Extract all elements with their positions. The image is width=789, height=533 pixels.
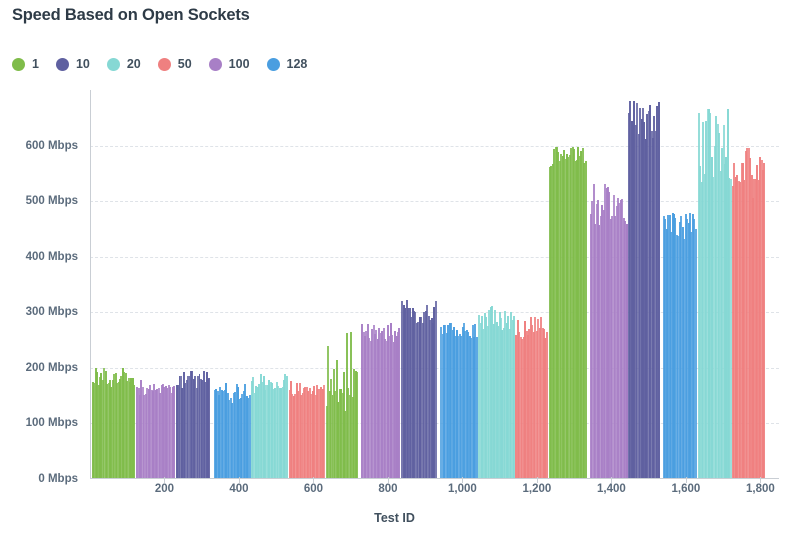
bar[interactable] xyxy=(434,301,437,479)
legend-item-label: 10 xyxy=(75,57,90,71)
legend-item-50[interactable]: 50 xyxy=(157,57,192,71)
legend-item-128[interactable]: 128 xyxy=(266,57,308,71)
legend-swatch-icon xyxy=(157,58,171,71)
x-axis-tick-label: 1,200 xyxy=(522,483,552,495)
gridline xyxy=(90,145,779,147)
bar[interactable] xyxy=(133,385,136,479)
legend-swatch-icon xyxy=(266,58,280,71)
bar[interactable] xyxy=(657,101,660,479)
y-axis-tick-label: 300 Mbps xyxy=(25,306,78,319)
x-axis-tick-label: 800 xyxy=(378,483,398,495)
x-axis-tick-label: 1,600 xyxy=(671,483,701,495)
y-axis-tick-label: 100 Mbps xyxy=(25,417,78,430)
bar[interactable] xyxy=(763,162,766,479)
bar[interactable] xyxy=(694,228,697,479)
x-axis-tick-label: 1,400 xyxy=(597,483,626,495)
legend-item-label: 50 xyxy=(177,57,192,71)
chart-title: Speed Based on Open Sockets xyxy=(12,6,250,24)
legend-item-20[interactable]: 20 xyxy=(106,57,141,71)
chart-container: Speed Based on Open Sockets 1 10 20 50 100 12… xyxy=(0,0,789,533)
x-axis-tick-label: 400 xyxy=(229,483,249,495)
plot-frame xyxy=(90,90,779,479)
legend-item-label: 1 xyxy=(32,57,39,71)
y-axis-tick-label: 200 Mbps xyxy=(25,361,78,374)
x-axis-tick-label: 1,800 xyxy=(745,483,775,495)
x-axis-tick-label: 600 xyxy=(303,483,324,495)
bar[interactable] xyxy=(545,332,548,479)
legend-item-1[interactable]: 1 xyxy=(12,58,39,71)
plot-area xyxy=(90,90,779,479)
legend-item-label: 100 xyxy=(228,57,250,71)
bar[interactable] xyxy=(398,328,401,479)
y-axis-tick-label: 0 Mbps xyxy=(38,473,78,485)
y-axis-tick-label: 500 Mbps xyxy=(25,195,78,208)
legend-item-100[interactable]: 100 xyxy=(208,57,250,71)
x-axis-title: Test ID xyxy=(374,511,415,525)
legend-item-label: 128 xyxy=(286,57,308,71)
legend-swatch-icon xyxy=(12,58,25,71)
legend-swatch-icon xyxy=(106,58,120,71)
x-axis-tick-label: 200 xyxy=(154,483,175,495)
legend-item-label: 20 xyxy=(126,57,141,71)
legend-swatch-icon xyxy=(55,58,69,71)
y-axis-tick-label: 400 Mbps xyxy=(25,250,78,263)
chart-legend: 1 10 20 50 100 128 xyxy=(12,58,324,71)
x-axis-tick-labels: 200 400 600 800 1,000 1,200 1,400 1,600 1,800 xyxy=(90,477,779,503)
x-axis-line xyxy=(90,478,779,479)
y-axis-tick-label: 600 Mbps xyxy=(25,139,78,152)
gridline xyxy=(90,201,779,203)
x-axis-tick-label: 1,000 xyxy=(448,483,477,495)
legend-item-10[interactable]: 10 xyxy=(55,57,90,71)
legend-swatch-icon xyxy=(208,58,222,71)
bar[interactable] xyxy=(584,161,587,479)
y-axis-line xyxy=(90,90,91,479)
bar[interactable] xyxy=(208,377,211,479)
bar[interactable] xyxy=(355,371,358,479)
